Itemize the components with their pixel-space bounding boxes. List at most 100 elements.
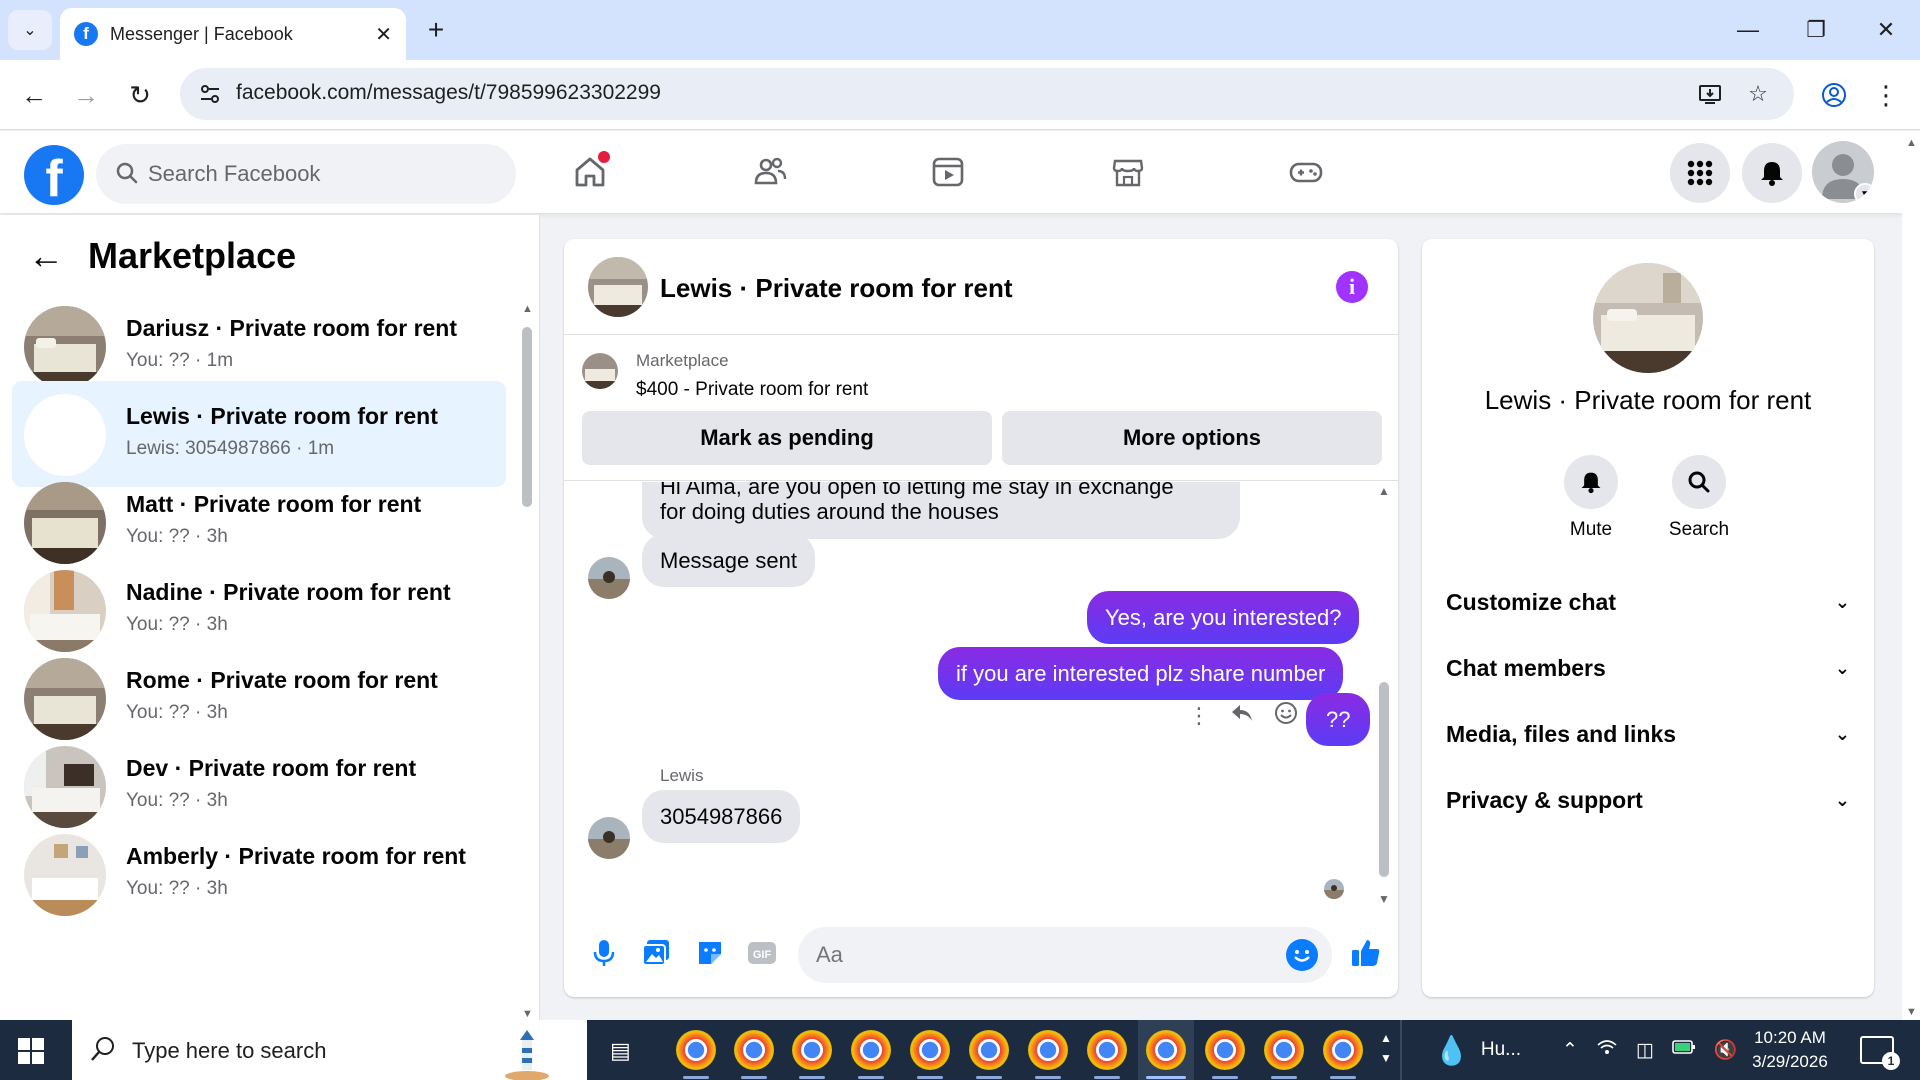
message-bubble-incoming[interactable]: Message sent — [642, 534, 815, 588]
photo-attach-icon[interactable] — [638, 935, 674, 971]
more-options-button[interactable]: More options — [1002, 411, 1382, 465]
restore-icon[interactable]: ❐ — [1786, 10, 1846, 50]
conversation-item[interactable]: Amberly · Private room for rent You: ?? … — [12, 821, 506, 927]
message-bubble-incoming[interactable]: 3054987866 — [642, 790, 801, 844]
search-action[interactable]: Search — [1654, 455, 1744, 541]
chrome-profile-icon[interactable] — [1264, 1030, 1304, 1070]
listing-thumbnail[interactable] — [582, 353, 618, 389]
media-files-links-section[interactable]: Media, files and links ⌄ — [1446, 709, 1850, 759]
friends-nav-icon[interactable] — [742, 147, 798, 197]
gif-icon[interactable]: GIF — [744, 935, 780, 971]
browser-menu-icon[interactable]: ⋮ — [1864, 73, 1908, 117]
scroll-up-icon[interactable]: ▲ — [1378, 484, 1390, 498]
scroll-down-icon[interactable]: ▼ — [1906, 1006, 1917, 1018]
chrome-profile-icon[interactable] — [1087, 1030, 1127, 1070]
listing-price-title[interactable]: $400 - Private room for rent — [636, 379, 868, 401]
chat-title[interactable]: Lewis · Private room for rent — [660, 273, 1013, 304]
network-icon[interactable] — [1596, 1037, 1618, 1063]
message-input-box[interactable] — [798, 927, 1332, 983]
chat-scroll-thumb[interactable] — [1379, 682, 1389, 877]
show-hidden-icons-icon[interactable]: ⌃ — [1562, 1039, 1578, 1062]
microphone-icon[interactable] — [586, 935, 622, 971]
running-indicator — [683, 1076, 709, 1079]
conversation-name: Dev · Private room for rent — [126, 755, 417, 781]
address-bar[interactable]: facebook.com/messages/t/798599623302299 … — [180, 68, 1794, 120]
sidebar-scroll-thumb[interactable] — [522, 327, 532, 507]
mark-as-pending-button[interactable]: Mark as pending — [582, 411, 992, 465]
message-bubble-outgoing[interactable]: ?? — [1306, 693, 1371, 747]
install-app-icon[interactable] — [1694, 78, 1726, 110]
chrome-profile-icon[interactable] — [676, 1030, 716, 1070]
facebook-search[interactable] — [96, 144, 516, 204]
emoji-picker-icon[interactable] — [1286, 939, 1318, 971]
tab-close-icon[interactable]: ✕ — [375, 22, 392, 47]
chat-scrollbar[interactable]: ▲ ▼ — [1376, 482, 1392, 908]
privacy-support-section[interactable]: Privacy & support ⌄ — [1446, 775, 1850, 825]
message-input[interactable] — [816, 927, 1276, 983]
chat-avatar[interactable] — [588, 257, 648, 317]
browser-tab[interactable]: f Messenger | Facebook ✕ — [60, 8, 406, 60]
message-bubble-incoming[interactable]: Hi Alma, are you open to letting me stay… — [642, 482, 1240, 539]
site-settings-icon[interactable] — [196, 80, 224, 108]
new-tab-icon[interactable]: + — [418, 12, 454, 48]
scroll-down-icon[interactable]: ▼ — [522, 1008, 533, 1020]
home-nav-icon[interactable] — [562, 147, 618, 197]
menu-grid-icon[interactable] — [1670, 143, 1730, 203]
chrome-profile-icon[interactable] — [851, 1030, 891, 1070]
gaming-nav-icon[interactable] — [1278, 147, 1334, 197]
notifications-bell-icon[interactable] — [1742, 143, 1802, 203]
reply-icon[interactable] — [1230, 702, 1254, 730]
weather-widget[interactable]: 💧 Hu... — [1434, 1020, 1521, 1080]
battery-icon[interactable] — [1672, 1039, 1696, 1061]
back-icon[interactable]: ← — [12, 73, 56, 117]
search-icon — [91, 1037, 114, 1061]
chrome-profile-icon[interactable] — [1323, 1030, 1363, 1070]
back-arrow-icon[interactable]: ← — [28, 238, 64, 274]
chrome-profile-icon[interactable] — [910, 1030, 950, 1070]
customize-chat-section[interactable]: Customize chat ⌄ — [1446, 577, 1850, 627]
chat-members-section[interactable]: Chat members ⌄ — [1446, 643, 1850, 693]
marketplace-nav-icon[interactable] — [1100, 147, 1156, 197]
phone-link-icon[interactable]: ◫ — [1636, 1039, 1654, 1062]
message-bubble-outgoing[interactable]: Yes, are you interested? — [1087, 591, 1360, 645]
scroll-up-icon[interactable]: ▲ — [1906, 137, 1917, 149]
reload-icon[interactable]: ↻ — [118, 73, 162, 117]
more-actions-icon[interactable]: ⋮ — [1188, 703, 1210, 729]
chrome-profile-icon[interactable] — [792, 1030, 832, 1070]
sender-avatar[interactable] — [588, 817, 630, 859]
minimize-icon[interactable]: — — [1718, 10, 1778, 50]
watch-nav-icon[interactable] — [920, 147, 976, 197]
chrome-profile-icon[interactable] — [1205, 1030, 1245, 1070]
volume-muted-icon[interactable]: 🔇 — [1714, 1038, 1738, 1062]
chrome-profile-icon[interactable] — [969, 1030, 1009, 1070]
scroll-up-icon[interactable]: ▲ — [522, 303, 533, 315]
react-emoji-icon[interactable] — [1274, 701, 1298, 731]
sticker-icon[interactable] — [692, 935, 728, 971]
task-view-icon[interactable]: ▤ — [610, 1038, 631, 1064]
system-clock[interactable]: 10:20 AM 3/29/2026 — [1740, 1026, 1840, 1074]
like-thumbs-up-icon[interactable] — [1348, 935, 1384, 971]
notification-center-icon[interactable]: 1 — [1860, 1036, 1900, 1070]
taskbar-search[interactable]: Type here to search — [72, 1020, 587, 1080]
sender-avatar[interactable] — [588, 557, 630, 599]
conversation-info-icon[interactable]: i — [1336, 271, 1368, 303]
facebook-search-input[interactable] — [148, 144, 498, 204]
taskbar-overflow-icon[interactable]: ▲ ▼ — [1380, 1028, 1392, 1068]
account-avatar[interactable]: ▼ — [1812, 141, 1874, 203]
sidebar-scrollbar[interactable]: ▲ ▼ — [520, 295, 534, 1020]
mute-action[interactable]: Mute — [1546, 455, 1636, 541]
windows-start-icon[interactable] — [18, 1038, 44, 1064]
profile-icon[interactable] — [1812, 73, 1856, 117]
forward-icon[interactable]: → — [64, 73, 108, 117]
conversation-avatar-large[interactable] — [1593, 263, 1703, 373]
scroll-down-icon[interactable]: ▼ — [1378, 892, 1390, 906]
window-close-icon[interactable]: ✕ — [1856, 10, 1916, 50]
chrome-profile-icon[interactable] — [734, 1030, 774, 1070]
message-bubble-outgoing[interactable]: if you are interested plz share number — [938, 647, 1344, 701]
tab-search-dropdown-icon[interactable]: ⌄ — [8, 10, 52, 50]
page-scrollbar[interactable]: ▲ ▼ — [1902, 131, 1920, 1020]
bookmark-star-icon[interactable]: ☆ — [1742, 78, 1774, 110]
chrome-profile-icon-active[interactable] — [1146, 1030, 1186, 1070]
chrome-profile-icon[interactable] — [1028, 1030, 1068, 1070]
facebook-logo-icon[interactable]: f — [24, 145, 84, 205]
